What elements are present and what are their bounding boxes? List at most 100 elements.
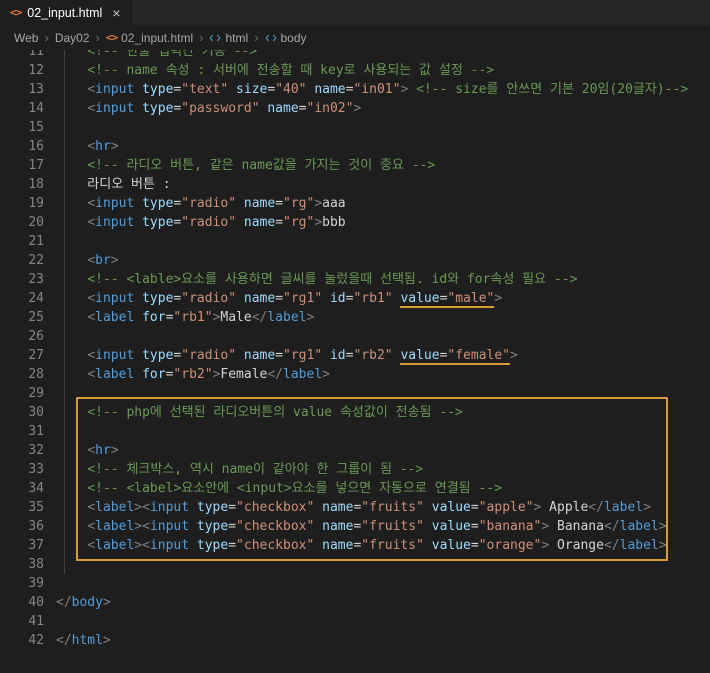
editor[interactable]: 11 <!-- 한줄 입력칸 기능 --> 12 <!-- name 속성 : 서… (0, 50, 710, 673)
breadcrumb-item-body[interactable]: body (264, 30, 307, 45)
code-line[interactable]: 35 <label><input type="checkbox" name="f… (0, 498, 710, 517)
tab-02-input-html[interactable]: <> 02_input.html × (0, 0, 132, 25)
html-file-icon: <> (105, 31, 118, 44)
line-number: 29 (28, 386, 44, 401)
code-text: <!-- name 속성 : 서버에 전송할 때 key로 사용되는 값 설정 … (87, 63, 495, 78)
chevron-right-icon: › (95, 30, 100, 45)
code-line[interactable]: 13 <input type="text" size="40" name="in… (0, 80, 710, 99)
code-line[interactable]: 17 <!-- 라디오 버튼, 같은 name값을 가지는 것이 중요 --> (0, 156, 710, 175)
code-line[interactable]: 25 <label for="rb1">Male</label> (0, 308, 710, 327)
line-number: 32 (28, 443, 44, 458)
breadcrumb: Web › Day02 › <> 02_input.html › html › … (0, 25, 710, 50)
line-number: 23 (28, 272, 44, 287)
code-text: <label for="rb1">Male</label> (87, 310, 315, 325)
code-line[interactable]: 28 <label for="rb2">Female</label> (0, 365, 710, 384)
line-number: 42 (28, 633, 44, 648)
code-text: <hr> (87, 443, 119, 458)
breadcrumb-label: body (280, 30, 307, 45)
line-number: 11 (28, 50, 44, 59)
code-line[interactable]: 23 <!-- <lable>요소를 사용하면 글씨를 눌렀을때 선택됨. id… (0, 270, 710, 289)
line-number: 19 (28, 196, 44, 211)
code-text: </html> (56, 633, 111, 648)
tab-label: 02_input.html (27, 5, 103, 20)
line-number: 33 (28, 462, 44, 477)
code-text: <input type="text" size="40" name="in01"… (87, 82, 689, 97)
code-line[interactable]: 29 (0, 384, 710, 403)
breadcrumb-item-file[interactable]: <> 02_input.html (106, 31, 193, 45)
code-line[interactable]: 36 <label><input type="checkbox" name="f… (0, 517, 710, 536)
symbol-element-icon (264, 32, 277, 44)
code-line[interactable]: 19 <input type="radio" name="rg">aaa (0, 194, 710, 213)
code-line[interactable]: 14 <input type="password" name="in02"> (0, 99, 710, 118)
breadcrumb-label: Day02 (54, 30, 90, 45)
line-number: 28 (28, 367, 44, 382)
line-number: 25 (28, 310, 44, 325)
code-text: <!-- php에 선택된 라디오버튼의 value 속성값이 전송됨 --> (87, 405, 463, 420)
code-line[interactable]: 27 <input type="radio" name="rg1" id="rb… (0, 346, 710, 365)
line-number: 31 (28, 424, 44, 439)
code-line[interactable]: 24 <input type="radio" name="rg1" id="rb… (0, 289, 710, 308)
code-line[interactable]: 26 (0, 327, 710, 346)
line-number: 37 (28, 538, 44, 553)
breadcrumb-item-day02[interactable]: Day02 (55, 31, 90, 45)
line-number: 24 (28, 291, 44, 306)
html-file-icon: <> (10, 6, 22, 19)
line-number: 38 (28, 557, 44, 572)
line-number: 16 (28, 139, 44, 154)
code-line[interactable]: 40 </body> (0, 593, 710, 612)
line-number: 26 (28, 329, 44, 344)
code-line[interactable]: 42 </html> (0, 631, 710, 650)
code-text: <!-- 라디오 버튼, 같은 name값을 가지는 것이 중요 --> (87, 158, 436, 173)
code-line[interactable]: 32 <hr> (0, 441, 710, 460)
line-number: 18 (28, 177, 44, 192)
code-line[interactable]: 30 <!-- php에 선택된 라디오버튼의 value 속성값이 전송됨 -… (0, 403, 710, 422)
code-text: <hr> (87, 139, 119, 154)
code-text: <label><input type="checkbox" name="frui… (87, 519, 667, 534)
line-number: 14 (28, 101, 44, 116)
line-number: 30 (28, 405, 44, 420)
line-number: 20 (28, 215, 44, 230)
code-text: <!-- 체크박스, 역시 name이 같아야 한 그룹이 됨 --> (87, 462, 424, 477)
chevron-right-icon: › (44, 30, 49, 45)
code-line[interactable]: 38 (0, 555, 710, 574)
line-number: 40 (28, 595, 44, 610)
code-line[interactable]: 33 <!-- 체크박스, 역시 name이 같아야 한 그룹이 됨 --> (0, 460, 710, 479)
code-text: <label for="rb2">Female</label> (87, 367, 330, 382)
code-text: <input type="radio" name="rg">aaa (87, 196, 346, 211)
code-text: <label><input type="checkbox" name="frui… (87, 538, 667, 553)
code-text: <input type="radio" name="rg1" id="rb1" … (87, 291, 503, 308)
code-line[interactable]: 22 <br> (0, 251, 710, 270)
breadcrumb-item-web[interactable]: Web (14, 31, 38, 45)
code-text: <input type="radio" name="rg">bbb (87, 215, 346, 230)
code-text: <!-- 한줄 입력칸 기능 --> (87, 50, 258, 59)
code-line[interactable]: 16 <hr> (0, 137, 710, 156)
line-number: 17 (28, 158, 44, 173)
line-number: 27 (28, 348, 44, 363)
code-text: <input type="radio" name="rg1" id="rb2" … (87, 348, 518, 365)
code-line[interactable]: 37 <label><input type="checkbox" name="f… (0, 536, 710, 555)
code-line[interactable]: 20 <input type="radio" name="rg">bbb (0, 213, 710, 232)
code-line[interactable]: 39 (0, 574, 710, 593)
breadcrumb-item-html[interactable]: html (209, 31, 248, 45)
code-line[interactable]: 41 (0, 612, 710, 631)
symbol-element-icon (209, 32, 222, 44)
code-line[interactable]: 15 (0, 118, 710, 137)
line-number: 36 (28, 519, 44, 534)
line-number: 13 (28, 82, 44, 97)
code-line[interactable]: 12 <!-- name 속성 : 서버에 전송할 때 key로 사용되는 값 … (0, 61, 710, 80)
close-icon[interactable]: × (112, 6, 120, 20)
code-line[interactable]: 18 라디오 버튼 : (0, 175, 710, 194)
code-line[interactable]: 34 <!-- <label>요소안에 <input>요소를 넣으면 자동으로 … (0, 479, 710, 498)
code-line[interactable]: 11 <!-- 한줄 입력칸 기능 --> (0, 50, 710, 61)
line-number: 12 (28, 63, 44, 78)
line-number: 35 (28, 500, 44, 515)
code-line[interactable]: 31 (0, 422, 710, 441)
code-line[interactable]: 21 (0, 232, 710, 251)
